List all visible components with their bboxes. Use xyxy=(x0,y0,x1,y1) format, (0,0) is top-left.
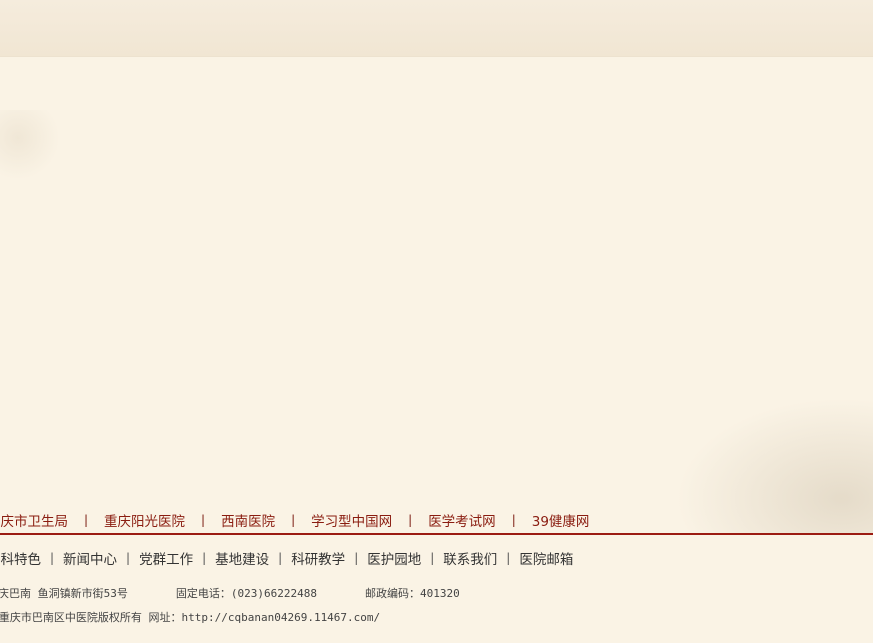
separator: | xyxy=(506,551,511,565)
friend-link-medical-exam[interactable]: 医学考试网 xyxy=(428,510,496,530)
friend-link-39-health[interactable]: 39健康网 xyxy=(532,510,590,530)
separator: | xyxy=(202,551,207,565)
copyright: om 重庆市巴南区中医院版权所有 网址：http://cqbanan04269.… xyxy=(0,609,380,625)
phone-text: 固定电话：(023)66222488 xyxy=(175,587,317,600)
nav-hospital-mail[interactable]: 医院邮箱 xyxy=(519,548,573,568)
footer-nav: 专科特色 | 新闻中心 | 党群工作 | 基地建设 | 科研教学 | 医护园地 … xyxy=(0,548,573,568)
contact-info: 重庆巴南 鱼洞镇新市街53号 固定电话：(023)66222488 邮政编码：4… xyxy=(0,585,460,601)
separator: | xyxy=(430,551,435,565)
separator: | xyxy=(511,513,516,527)
friend-links: 重庆市卫生局 | 重庆阳光医院 | 西南医院 | 学习型中国网 | 医学考试网 … xyxy=(0,509,589,531)
separator: | xyxy=(354,551,359,565)
address-text: 重庆巴南 鱼洞镇新市街53号 xyxy=(0,587,128,600)
landscape-decoration xyxy=(663,390,873,535)
copyright-text: om 重庆市巴南区中医院版权所有 网址：http://cqbanan04269.… xyxy=(0,611,381,624)
header-band xyxy=(0,0,873,57)
nav-specialties[interactable]: 专科特色 xyxy=(0,548,41,568)
separator: | xyxy=(201,513,206,527)
separator: | xyxy=(291,513,296,527)
nav-news-center[interactable]: 新闻中心 xyxy=(63,548,117,568)
nav-research-teaching[interactable]: 科研教学 xyxy=(291,548,345,568)
friend-link-health-bureau[interactable]: 重庆市卫生局 xyxy=(0,510,68,530)
background-decoration xyxy=(0,110,60,180)
nav-base-construction[interactable]: 基地建设 xyxy=(215,548,269,568)
nav-medical-garden[interactable]: 医护园地 xyxy=(367,548,421,568)
separator: | xyxy=(126,551,131,565)
divider-line xyxy=(0,533,873,535)
nav-party-work[interactable]: 党群工作 xyxy=(139,548,193,568)
friend-link-learning-china[interactable]: 学习型中国网 xyxy=(311,510,392,530)
separator: | xyxy=(50,551,55,565)
friend-link-sunshine-hospital[interactable]: 重庆阳光医院 xyxy=(104,510,185,530)
nav-contact-us[interactable]: 联系我们 xyxy=(443,548,497,568)
postcode-text: 邮政编码：401320 xyxy=(364,587,460,600)
friend-link-southwest-hospital[interactable]: 西南医院 xyxy=(221,510,275,530)
separator: | xyxy=(408,513,413,527)
separator: | xyxy=(278,551,283,565)
separator: | xyxy=(84,513,89,527)
